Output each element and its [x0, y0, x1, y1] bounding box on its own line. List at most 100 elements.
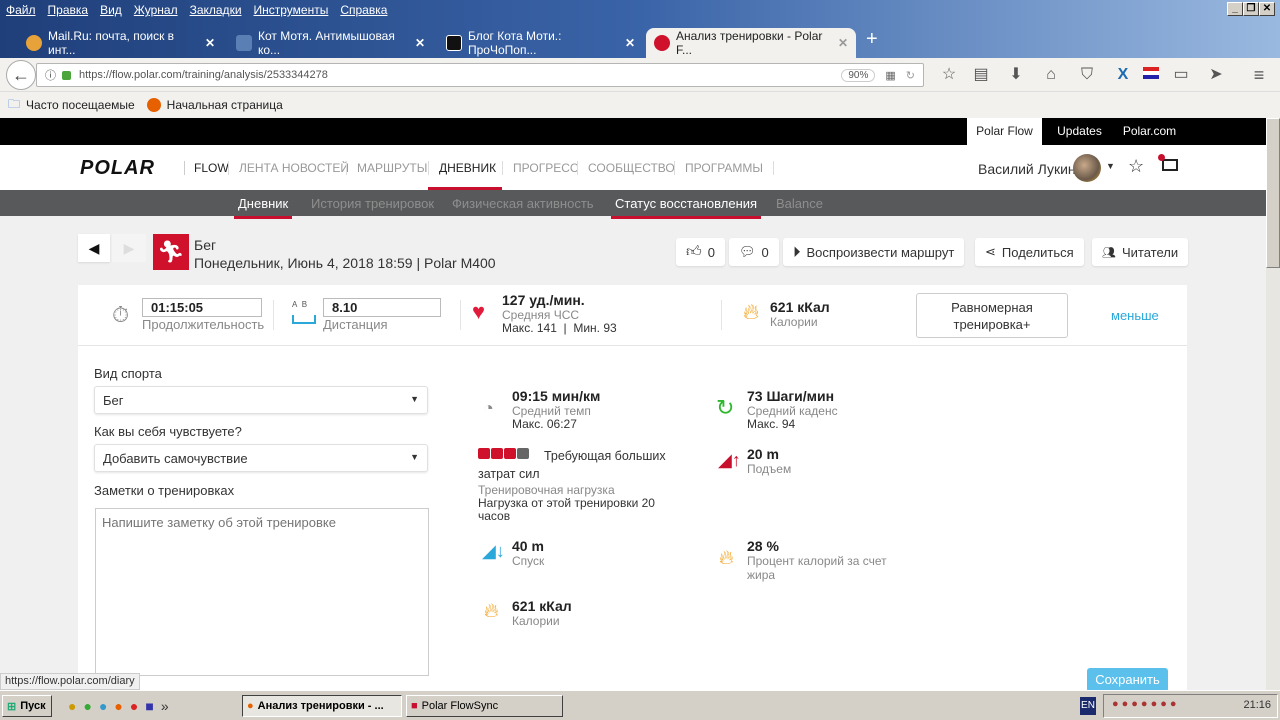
favorites-star-icon[interactable]: ☆ — [1128, 156, 1144, 177]
menu-bookmarks[interactable]: Закладки — [184, 0, 248, 17]
tab-vk[interactable]: Кот Мотя. Антимышовая ко... ✕ — [228, 28, 433, 58]
duration-input[interactable]: 01:15:05 — [142, 298, 262, 317]
bookmark-start-page[interactable]: Начальная страница — [167, 98, 283, 112]
subnav-balance[interactable]: Balance — [776, 196, 823, 211]
cat-icon — [446, 35, 462, 51]
avast-icon[interactable]: ● — [68, 698, 76, 714]
replay-route-button[interactable]: ⏵ Воспроизвести маршрут — [783, 238, 965, 266]
firefox-icon[interactable]: ● — [114, 698, 122, 714]
tab-mailru[interactable]: Mail.Ru: почта, поиск в инт... ✕ — [18, 28, 223, 58]
subnav-activity[interactable]: Физическая активность — [452, 196, 594, 211]
ie-icon[interactable]: ● — [99, 698, 107, 714]
user-dropdown-icon[interactable]: ▼ — [1106, 161, 1115, 171]
menu-file[interactable]: Файл — [0, 0, 42, 17]
distance-input[interactable]: 8.10 — [323, 298, 441, 317]
zoom-level[interactable]: 90% — [841, 68, 876, 82]
like-button[interactable]: 👍︎ 0 — [676, 238, 725, 266]
notes-textarea[interactable] — [95, 508, 429, 676]
detail-calories-label: Калории — [512, 614, 560, 628]
info-icon[interactable]: ⓘ — [45, 67, 56, 83]
flow-label: FLOW — [184, 161, 229, 175]
send-icon[interactable]: ➤ — [1205, 64, 1227, 86]
feeling-select[interactable]: Добавить самочувствие ▼ — [94, 444, 428, 472]
url-text[interactable]: https://flow.polar.com/training/analysis… — [79, 69, 328, 81]
comment-button[interactable]: 💬︎ 0 — [729, 238, 779, 266]
menu-help[interactable]: Справка — [334, 0, 393, 17]
opera-icon[interactable]: ● — [130, 698, 138, 714]
avg-hr-label: Средняя ЧСС — [502, 308, 580, 322]
nav-diary[interactable]: ДНЕВНИК — [428, 161, 506, 175]
link-polar-flow[interactable]: Polar Flow — [967, 118, 1042, 145]
nav-routes[interactable]: МАРШРУТЫ — [346, 161, 437, 175]
screen-icon[interactable]: ▭ — [1170, 64, 1192, 86]
system-tray: ●●●●●●● 21:16 — [1103, 694, 1278, 718]
subnav-diary[interactable]: Дневник — [233, 196, 293, 219]
previous-training-button[interactable]: ◀ — [78, 234, 110, 262]
taskbar-window-flowsync[interactable]: ■ Polar FlowSync — [406, 695, 563, 717]
bookmark-star-icon[interactable]: ☆ — [938, 64, 960, 86]
save-disk-icon[interactable]: ■ — [145, 698, 153, 714]
polar-logo[interactable]: POLAR — [80, 157, 155, 180]
tray-icons[interactable]: ●●●●●●● — [1112, 698, 1180, 710]
sport-select[interactable]: Бег ▼ — [94, 386, 428, 414]
followers-button[interactable]: 👥︎ Читатели — [1092, 238, 1189, 266]
reload-icon[interactable]: ↻ — [906, 69, 915, 82]
next-training-button[interactable]: ▶ — [112, 234, 146, 262]
show-less-link[interactable]: меньше — [1111, 308, 1159, 323]
taskbar-window-browser[interactable]: ● Анализ тренировки - ... — [242, 695, 402, 717]
training-card: ⏱ 01:15:05 Продолжительность A B 8.10 Ди… — [78, 285, 1187, 692]
messages-icon[interactable] — [1158, 154, 1178, 171]
home-icon[interactable]: ⌂ — [1040, 64, 1062, 86]
training-benefit-button[interactable]: Равномерная тренировка+ — [916, 293, 1068, 338]
minimize-button[interactable]: _ — [1227, 2, 1243, 16]
nav-programs[interactable]: ПРОГРАММЫ — [674, 161, 775, 175]
subnav-history[interactable]: История тренировок — [311, 196, 434, 211]
reading-list-icon[interactable]: ▤ — [970, 64, 992, 86]
bookmark-most-visited[interactable]: Часто посещаемые — [26, 98, 135, 112]
url-bar[interactable]: ⓘ https://flow.polar.com/training/analys… — [36, 63, 924, 87]
link-polar-com[interactable]: Polar.com — [1117, 118, 1182, 145]
nav-community[interactable]: СООБЩЕСТВО — [577, 161, 685, 175]
fat-percent-value: 28 % — [747, 538, 779, 554]
taskbar-window-label: Анализ тренировки - ... — [257, 700, 384, 712]
cadence-max: Макс. 94 — [747, 417, 796, 431]
close-tab-icon[interactable]: ✕ — [625, 36, 635, 50]
new-tab-button[interactable]: + — [866, 28, 878, 51]
share-label: Поделиться — [1001, 244, 1074, 260]
avatar[interactable] — [1073, 154, 1101, 182]
menu-tools[interactable]: Инструменты — [248, 0, 335, 17]
link-updates[interactable]: Updates — [1042, 118, 1117, 145]
recovery-time: Нагрузка от этой тренировки 20 часов — [478, 496, 655, 523]
close-tab-icon[interactable]: ✕ — [838, 36, 848, 50]
close-tab-icon[interactable]: ✕ — [415, 36, 425, 50]
tab-blog[interactable]: Блог Кота Моти.: ПроЧоПоп... ✕ — [438, 28, 643, 58]
hamburger-menu-icon[interactable]: ≡ — [1248, 64, 1270, 86]
restore-button[interactable]: ❐ — [1243, 2, 1259, 16]
start-button[interactable]: ⊞ Пуск — [2, 695, 52, 717]
scrollbar-thumb[interactable] — [1266, 118, 1280, 268]
close-tab-icon[interactable]: ✕ — [205, 36, 215, 50]
tab-polar[interactable]: Анализ тренировки - Polar F... ✕ — [646, 28, 856, 58]
nav-feed[interactable]: ЛЕНТА НОВОСТЕЙ — [228, 161, 359, 175]
user-name[interactable]: Василий Лукин — [978, 161, 1076, 177]
menu-history[interactable]: Журнал — [128, 0, 184, 17]
cadence-icon: ↻ — [716, 395, 735, 420]
page-scrollbar[interactable] — [1266, 118, 1280, 690]
menu-view[interactable]: Вид — [94, 0, 128, 17]
flag-icon[interactable] — [1140, 64, 1162, 86]
reader-icon[interactable]: ▦ — [885, 69, 895, 82]
language-indicator[interactable]: EN — [1080, 697, 1096, 715]
save-button[interactable]: Сохранить — [1087, 668, 1168, 692]
menu-edit[interactable]: Правка — [42, 0, 95, 17]
back-button[interactable]: ← — [6, 60, 36, 90]
calories-label: Калории — [770, 315, 818, 329]
more-icon[interactable]: » — [161, 698, 169, 714]
subnav-recovery[interactable]: Статус восстановления — [610, 196, 762, 219]
chrome-icon[interactable]: ● — [83, 698, 91, 714]
pocket-icon[interactable]: ⛉ — [1076, 64, 1098, 86]
downloads-icon[interactable]: ⬇ — [1005, 64, 1027, 86]
nav-progress[interactable]: ПРОГРЕСС — [502, 161, 589, 175]
close-window-button[interactable]: ✕ — [1259, 2, 1275, 16]
x-extension-icon[interactable]: X — [1112, 64, 1134, 86]
share-button[interactable]: ⋖ Поделиться — [975, 238, 1084, 266]
